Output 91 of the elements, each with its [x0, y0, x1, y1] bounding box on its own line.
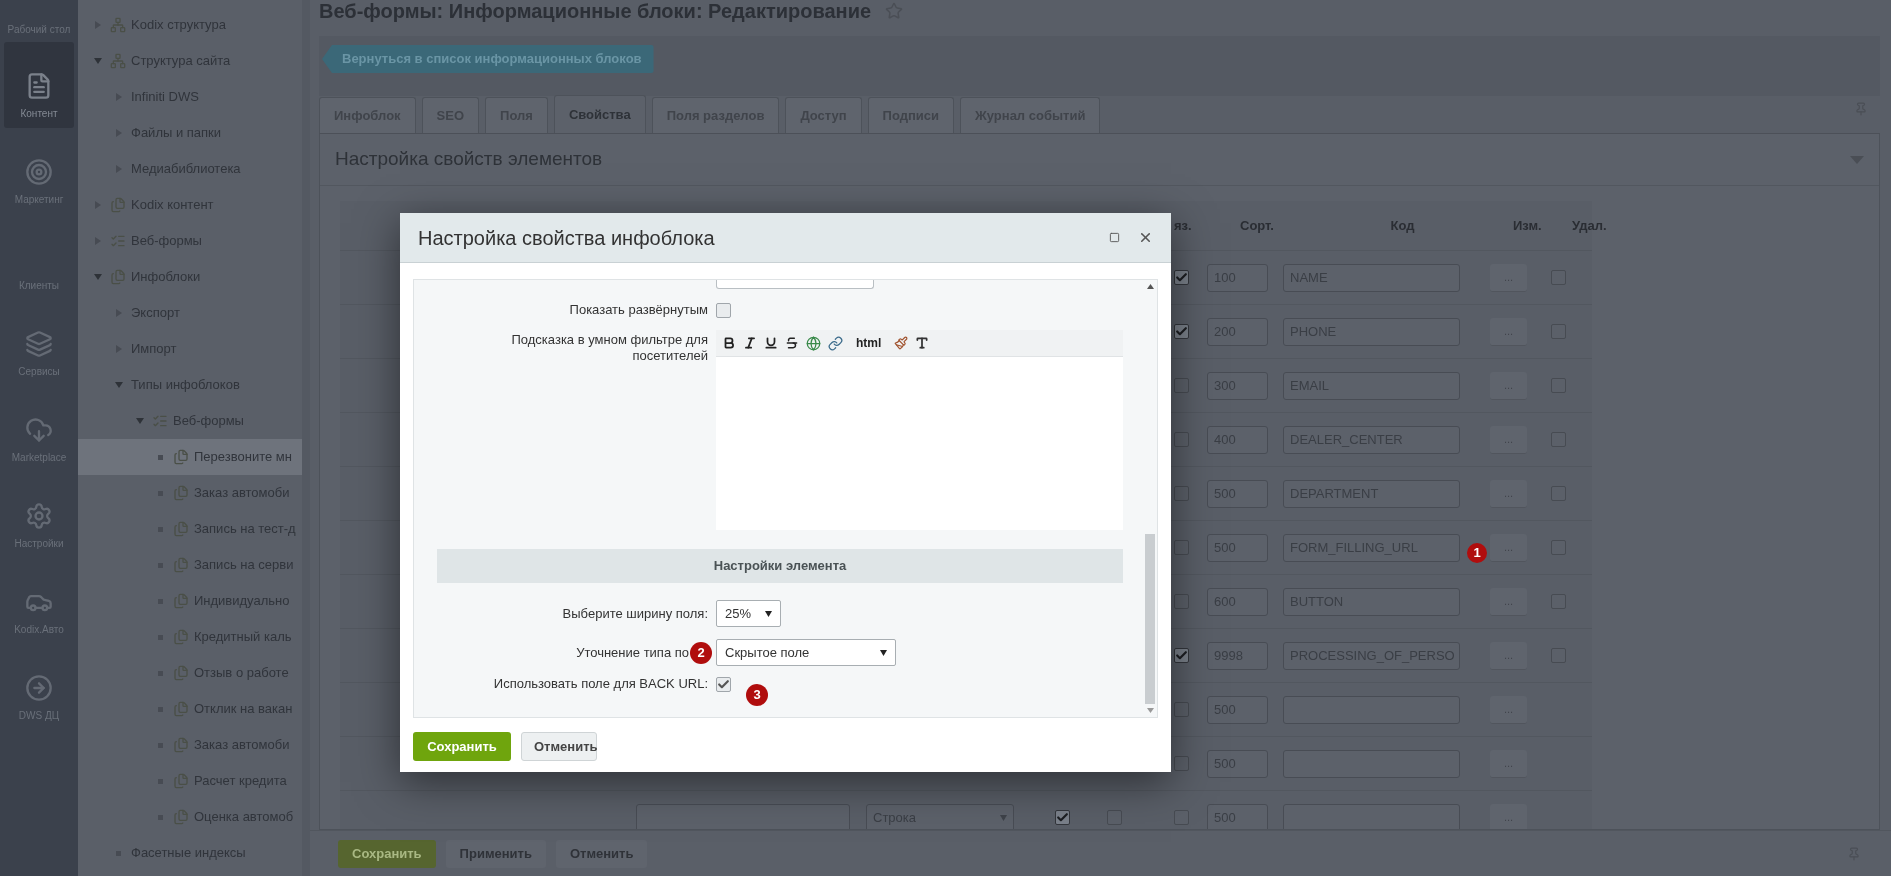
footer-button[interactable]: Сохранить: [338, 839, 436, 868]
dropdown-arrow-icon: [765, 610, 772, 617]
checkbox[interactable]: [1174, 324, 1189, 339]
scroll-down-icon[interactable]: [1146, 708, 1154, 713]
checkbox[interactable]: [1106, 810, 1122, 825]
tree-node-icon: [173, 809, 189, 825]
select-field[interactable]: Скрытое поле: [716, 639, 896, 666]
nav-icon: [25, 158, 53, 186]
tree-node-icon: [110, 197, 126, 213]
tree-node-icon: [110, 17, 126, 33]
scroll-up-icon[interactable]: [1146, 284, 1154, 289]
edit-button[interactable]: ...: [1490, 641, 1527, 670]
checkbox[interactable]: [1174, 648, 1189, 663]
tree-arrow-icon[interactable]: [94, 57, 102, 65]
nav-icon: [25, 416, 53, 444]
close-icon[interactable]: [1138, 230, 1153, 245]
checkbox[interactable]: [1174, 432, 1189, 447]
checkbox[interactable]: [716, 302, 731, 318]
text-editor[interactable]: html: [716, 330, 1123, 530]
underline-icon[interactable]: [764, 336, 778, 350]
tree-arrow-icon[interactable]: [94, 273, 102, 281]
tree-item[interactable]: Перезвоните мн: [78, 439, 302, 475]
checkbox[interactable]: [1174, 378, 1189, 393]
field-label: Показать развёрнутым: [569, 302, 708, 318]
tree-node-icon: [173, 521, 189, 537]
tree-node-icon: [173, 593, 189, 609]
field-label: Использовать поле для BACK URL:: [493, 676, 708, 692]
edit-button[interactable]: ...: [1490, 587, 1527, 616]
field-label: Выберите ширину поля:: [562, 605, 708, 622]
tree-arrow-icon[interactable]: [115, 381, 123, 389]
dialog-button[interactable]: Сохранить: [413, 732, 511, 761]
nav-icon: [25, 330, 53, 358]
field-label: Уточнение типа по: [576, 644, 689, 661]
tree-node-icon: [173, 629, 189, 645]
font-icon[interactable]: [915, 336, 930, 350]
dropdown-arrow-icon: [1000, 814, 1007, 821]
html-button[interactable]: html: [856, 334, 882, 352]
checkbox[interactable]: [716, 676, 731, 692]
edit-button[interactable]: ...: [1490, 263, 1527, 292]
nav-label: Контент: [20, 108, 58, 120]
edit-button[interactable]: ...: [1490, 803, 1527, 829]
tree-node-icon: [152, 413, 168, 429]
text-input[interactable]: [716, 280, 874, 289]
tree-node-icon: [173, 485, 189, 501]
dialog-button[interactable]: Отменить: [521, 732, 597, 761]
tree-node-icon: [173, 773, 189, 789]
checkbox[interactable]: [1174, 702, 1189, 717]
italic-icon[interactable]: [743, 336, 757, 350]
check-icon: [1175, 649, 1188, 662]
tree-node-icon: [173, 701, 189, 717]
check-icon: [717, 677, 730, 691]
tree-arrow-icon[interactable]: [136, 417, 144, 425]
edit-button[interactable]: ...: [1490, 425, 1527, 454]
edit-button[interactable]: ...: [1490, 533, 1527, 562]
checkbox[interactable]: [1174, 810, 1189, 825]
select-field[interactable]: 25%: [716, 600, 781, 627]
check-icon: [1175, 325, 1188, 338]
checkbox[interactable]: [1174, 540, 1189, 555]
nav-icon: [25, 674, 53, 702]
tree-label: Перезвоните мн: [194, 448, 292, 467]
strikethrough-icon[interactable]: [785, 336, 799, 350]
name-input[interactable]: [636, 803, 850, 829]
dialog-title: Настройка свойства инфоблока: [418, 225, 715, 251]
edit-button[interactable]: ...: [1490, 479, 1527, 508]
checkbox[interactable]: [1054, 810, 1070, 825]
dropdown-arrow-icon: [880, 649, 887, 656]
tree-node-icon: [110, 269, 126, 285]
field-label: Подсказка в умном фильтре для посетителей: [510, 332, 708, 365]
section-label: Настройки элемента: [713, 557, 847, 576]
tree-node-icon: [173, 449, 189, 465]
checkbox[interactable]: [1174, 486, 1189, 501]
tree-node-icon: [173, 557, 189, 573]
check-icon: [1055, 811, 1069, 824]
bold-icon[interactable]: [722, 336, 736, 350]
nav-item[interactable]: Контент: [4, 42, 74, 128]
annotation-badge: 2: [690, 641, 712, 664]
tree-node-icon: [110, 233, 126, 249]
tree-node-icon: [173, 737, 189, 753]
edit-button[interactable]: ...: [1490, 749, 1527, 778]
edit-button[interactable]: ...: [1490, 317, 1527, 346]
edit-button[interactable]: ...: [1490, 371, 1527, 400]
tree-node-icon: [173, 665, 189, 681]
tree-node-icon: [110, 53, 126, 69]
checkbox[interactable]: [1174, 270, 1189, 285]
bullet-icon: [158, 454, 163, 460]
nav-icon: [25, 502, 53, 530]
maximize-icon[interactable]: [1109, 232, 1120, 243]
checkbox[interactable]: [1174, 756, 1189, 771]
checkbox[interactable]: [1174, 594, 1189, 609]
check-icon: [1175, 271, 1188, 284]
edit-button[interactable]: ...: [1490, 695, 1527, 724]
